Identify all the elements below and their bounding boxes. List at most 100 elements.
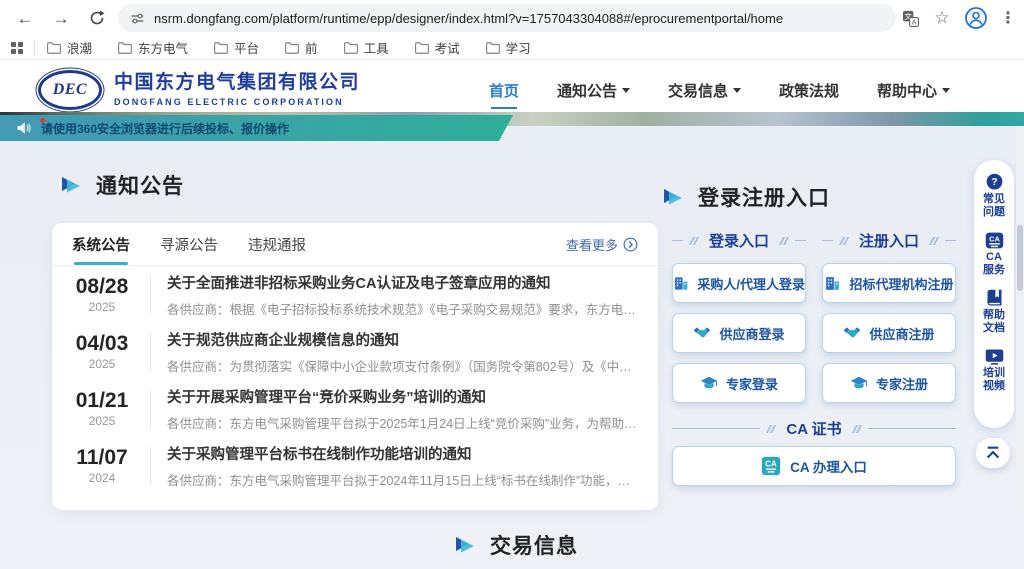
notices-card: 系统公告 寻源公告 违规通报 查看更多 08/28 2025 关于全面推进非招标…	[52, 223, 658, 510]
bookmark-folder[interactable]: 东方电气	[118, 38, 188, 57]
reload-button[interactable]	[86, 7, 108, 29]
address-bar[interactable]: nsrm.dongfang.com/platform/runtime/epp/d…	[118, 4, 896, 32]
scrollbar-thumb[interactable]	[1017, 225, 1023, 291]
folder-icon	[214, 42, 228, 54]
supplier-login-button[interactable]: 供应商登录	[672, 313, 806, 353]
notice-date: 04/03 2025	[70, 333, 134, 371]
notice-title[interactable]: 关于开展采购管理平台“竞价采购业务”培训的通知	[167, 386, 642, 407]
menu-button[interactable]: ⋮	[999, 9, 1017, 27]
nav-help-center[interactable]: 帮助中心	[877, 80, 950, 107]
notice-title[interactable]: 关于全面推进非招标采购业务CA认证及电子签章应用的通知	[167, 272, 642, 293]
folder-icon	[415, 42, 429, 54]
chevron-down-icon	[733, 88, 741, 93]
arrow-up-to-line-icon	[984, 445, 1002, 461]
bookmark-folder[interactable]: 考试	[415, 38, 460, 57]
ca-apply-button[interactable]: CA CA 办理入口	[672, 446, 956, 486]
notice-date: 11/07 2024	[70, 447, 134, 485]
video-player-icon	[984, 346, 1005, 367]
reload-icon	[89, 10, 105, 26]
handshake-icon	[843, 325, 861, 341]
notice-title[interactable]: 关于规范供应商企业规模信息的通知	[167, 329, 642, 350]
nav-trade-info[interactable]: 交易信息	[668, 80, 741, 107]
svg-text:A: A	[911, 18, 916, 26]
section-arrow-icon	[62, 176, 81, 194]
dec-logo-icon: DEC	[38, 70, 102, 110]
folder-icon	[285, 42, 299, 54]
ca-service-button[interactable]: CA CA 服务	[983, 230, 1005, 277]
trade-section-header: 交易信息	[456, 530, 578, 560]
bookmark-folder[interactable]: 浪潮	[47, 38, 92, 57]
tab-system-notices[interactable]: 系统公告	[72, 223, 130, 265]
nav-notices[interactable]: 通知公告	[557, 80, 630, 107]
login-section-header: 登录注册入口	[664, 182, 830, 212]
notice-row[interactable]: 04/03 2025 关于规范供应商企业规模信息的通知 各供应商：为贯彻落实《保…	[52, 323, 658, 380]
circle-arrow-icon	[623, 237, 638, 252]
bookmark-star-button[interactable]: ☆	[933, 9, 951, 27]
nav-policies[interactable]: 政策法规	[779, 80, 839, 107]
bidding-agency-register-button[interactable]: 招标代理机构注册	[822, 263, 956, 303]
notice-date: 01/21 2025	[70, 390, 134, 428]
scrollbar-track[interactable]	[1016, 126, 1024, 569]
divider	[150, 390, 151, 428]
company-logo[interactable]: DEC 中国东方电气集团有限公司 DONGFANG ELECTRIC CORPO…	[38, 70, 360, 110]
divider	[34, 41, 35, 55]
back-button[interactable]: ←	[14, 7, 36, 29]
question-bubble-icon: ?	[984, 172, 1005, 193]
section-arrow-icon	[456, 536, 475, 554]
forward-button[interactable]: →	[50, 7, 72, 29]
book-icon	[984, 288, 1005, 309]
screen: ← → nsrm.dongfang.com/platform/runtime/e…	[0, 0, 1024, 569]
quick-access-rail: ? 常见 问题 CA CA 服务 帮助 文档	[974, 160, 1014, 428]
ca-group-header: CA 证书	[672, 418, 956, 439]
back-to-top-button[interactable]	[976, 438, 1010, 468]
notice-row[interactable]: 08/28 2025 关于全面推进非招标采购业务CA认证及电子签章应用的通知 各…	[52, 266, 658, 323]
profile-avatar[interactable]	[964, 6, 988, 30]
site-settings-icon[interactable]	[130, 11, 145, 26]
tab-violation-reports[interactable]: 违规通报	[248, 223, 306, 265]
translate-icon: 文 A	[902, 10, 919, 27]
notice-date: 08/28 2025	[70, 276, 134, 314]
supplier-register-button[interactable]: 供应商注册	[822, 313, 956, 353]
notice-summary: 各供应商：根据《电子招标投标系统技术规范》《电子采购交易规范》要求，东方电气采购…	[167, 299, 642, 318]
folder-icon	[118, 42, 132, 54]
faq-button[interactable]: ? 常见 问题	[983, 172, 1005, 219]
notices-section-header: 通知公告	[62, 170, 184, 200]
notice-row[interactable]: 11/07 2024 关于采购管理平台标书在线制作功能培训的通知 各供应商：东方…	[52, 437, 658, 494]
bookmark-folder[interactable]: 平台	[214, 38, 259, 57]
expert-register-button[interactable]: 专家注册	[822, 363, 956, 403]
ca-badge-icon: CA	[761, 456, 781, 476]
bookmark-folder[interactable]: 工具	[344, 38, 389, 57]
section-arrow-icon	[664, 188, 683, 206]
view-more-link[interactable]: 查看更多	[566, 235, 638, 254]
graduation-cap-icon	[850, 375, 868, 392]
help-docs-button[interactable]: 帮助 文档	[983, 288, 1005, 335]
section-title: 通知公告	[96, 170, 184, 200]
ticker-text: 请使用360安全浏览器进行后续投标、报价操作	[41, 120, 289, 137]
bookmark-folder[interactable]: 学习	[486, 38, 531, 57]
nav-home[interactable]: 首页	[489, 80, 519, 107]
apps-grid-icon[interactable]	[10, 41, 24, 55]
notification-dot	[40, 118, 45, 123]
notice-title[interactable]: 关于采购管理平台标书在线制作功能培训的通知	[167, 443, 642, 464]
url-text[interactable]: nsrm.dongfang.com/platform/runtime/epp/d…	[154, 11, 783, 26]
training-videos-button[interactable]: 培训 视频	[983, 346, 1005, 393]
company-name-cn: 中国东方电气集团有限公司	[114, 73, 360, 94]
expert-login-button[interactable]: 专家登录	[672, 363, 806, 403]
building-icon	[673, 275, 689, 292]
chevron-down-icon	[622, 88, 630, 93]
divider	[150, 333, 151, 371]
tab-sourcing-notices[interactable]: 寻源公告	[160, 223, 218, 265]
translate-button[interactable]: 文 A	[901, 9, 919, 27]
chevron-down-icon	[942, 88, 950, 93]
bookmark-folder[interactable]: 前	[285, 38, 318, 57]
buyer-agent-login-button[interactable]: 采购人/代理人登录	[672, 263, 806, 303]
login-group-header: 登录入口	[672, 230, 806, 251]
building-icon	[824, 275, 841, 292]
folder-icon	[344, 42, 358, 54]
register-group-header: 注册入口	[822, 230, 956, 251]
notice-summary: 各供应商：东方电气采购管理平台拟于2024年11月15日上线“标书在线制作”功能…	[167, 470, 642, 489]
notice-row[interactable]: 01/21 2025 关于开展采购管理平台“竞价采购业务”培训的通知 各供应商：…	[52, 380, 658, 437]
notices-tabs: 系统公告 寻源公告 违规通报 查看更多	[52, 223, 658, 266]
section-title: 交易信息	[490, 530, 578, 560]
divider	[150, 447, 151, 485]
